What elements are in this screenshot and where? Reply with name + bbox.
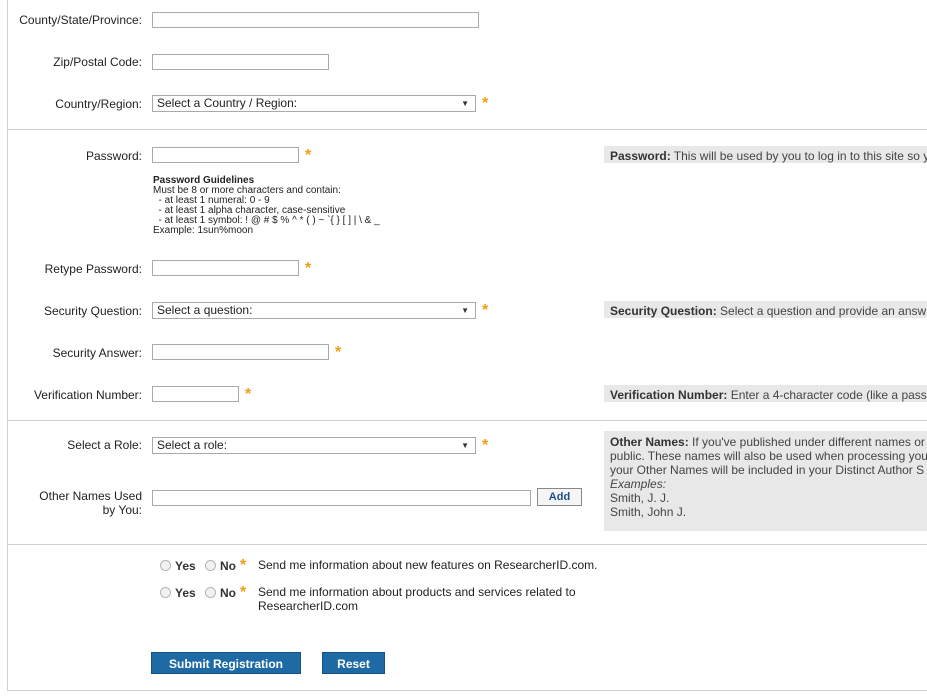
optin1-yes-label: Yes (175, 559, 196, 573)
reset-button[interactable]: Reset (322, 652, 385, 674)
zip-input[interactable] (152, 54, 329, 70)
verification-help-title: Verification Number: (610, 388, 728, 402)
required-icon: * (305, 147, 312, 164)
password-help: Password: This will be used by you to lo… (604, 146, 927, 163)
required-icon: * (482, 95, 489, 112)
required-icon: * (335, 344, 342, 361)
retype-password-label: Retype Password: (44, 262, 142, 276)
optin2-yes-label: Yes (175, 586, 196, 600)
required-icon: * (305, 260, 312, 277)
add-name-button[interactable]: Add (537, 488, 582, 506)
verification-help-text: Enter a 4-character code (like a pass (727, 388, 927, 402)
password-input[interactable] (152, 147, 299, 163)
security-question-help-text: Select a question and provide an answ (716, 304, 927, 318)
county-input[interactable] (152, 12, 479, 28)
security-question-value: Select a question: (157, 303, 253, 317)
security-question-label: Security Question: (43, 304, 142, 318)
password-label: Password: (85, 149, 142, 163)
required-icon: * (245, 386, 252, 403)
role-select[interactable]: Select a role: ▼ (152, 437, 476, 454)
password-help-title: Password: (610, 149, 671, 163)
optin1-yes-radio[interactable] (160, 560, 171, 571)
required-icon: * (240, 584, 247, 601)
guideline-line: Example: 1sun%moon (153, 225, 254, 236)
county-label: County/State/Province: (19, 13, 142, 27)
optin1-message: Send me information about new features o… (258, 558, 598, 572)
security-question-help: Security Question: Select a question and… (604, 301, 927, 318)
optin2-no-label: No (220, 586, 236, 600)
optin1-no-radio[interactable] (205, 560, 216, 571)
verification-input[interactable] (152, 386, 239, 402)
country-select[interactable]: Select a Country / Region: ▼ (152, 95, 476, 112)
country-label: Country/Region: (55, 97, 142, 111)
submit-registration-button[interactable]: Submit Registration (151, 652, 301, 674)
examples-label: Examples: (610, 477, 667, 491)
dropdown-arrow-icon: ▼ (461, 99, 469, 108)
security-answer-input[interactable] (152, 344, 329, 360)
other-names-label-line: Other Names Used (39, 489, 142, 503)
zip-label: Zip/Postal Code: (53, 55, 142, 69)
optin2-message-line: Send me information about products and s… (258, 585, 576, 599)
security-answer-label: Security Answer: (52, 346, 142, 360)
role-label: Select a Role: (67, 438, 142, 452)
other-names-help: Other Names: If you've published under d… (604, 431, 927, 531)
example-name: Smith, J. J. (610, 491, 670, 505)
security-question-select[interactable]: Select a question: ▼ (152, 302, 476, 319)
example-name: Smith, John J. (610, 505, 687, 519)
verification-label: Verification Number: (33, 388, 142, 402)
divider (8, 544, 927, 545)
other-names-help-text: public. These names will also be used wh… (610, 449, 927, 463)
security-question-help-title: Security Question: (610, 304, 717, 318)
optin2-message: Send me information about products and s… (258, 585, 576, 613)
optin2-message-line: ResearcherID.com (258, 599, 359, 613)
divider (8, 129, 927, 130)
divider (8, 420, 927, 421)
verification-help: Verification Number: Enter a 4-character… (604, 385, 927, 402)
other-names-help-text: If you've published under different name… (688, 435, 925, 449)
other-names-input[interactable] (152, 490, 531, 506)
country-select-value: Select a Country / Region: (157, 96, 298, 110)
other-names-label: Other Names Used by You: (8, 489, 142, 517)
required-icon: * (240, 557, 247, 574)
other-names-help-text: your Other Names will be included in you… (610, 463, 925, 477)
dropdown-arrow-icon: ▼ (461, 441, 469, 450)
other-names-label-line: by You: (102, 503, 142, 517)
dropdown-arrow-icon: ▼ (461, 306, 469, 315)
retype-password-input[interactable] (152, 260, 299, 276)
required-icon: * (482, 302, 489, 319)
required-icon: * (482, 437, 489, 454)
role-select-value: Select a role: (157, 438, 228, 452)
optin1-no-label: No (220, 559, 236, 573)
password-help-text: This will be used by you to log in to th… (670, 149, 927, 163)
password-guidelines: Password Guidelines Must be 8 or more cha… (153, 176, 380, 236)
optin2-no-radio[interactable] (205, 587, 216, 598)
other-names-help-title: Other Names: (610, 435, 689, 449)
optin2-yes-radio[interactable] (160, 587, 171, 598)
